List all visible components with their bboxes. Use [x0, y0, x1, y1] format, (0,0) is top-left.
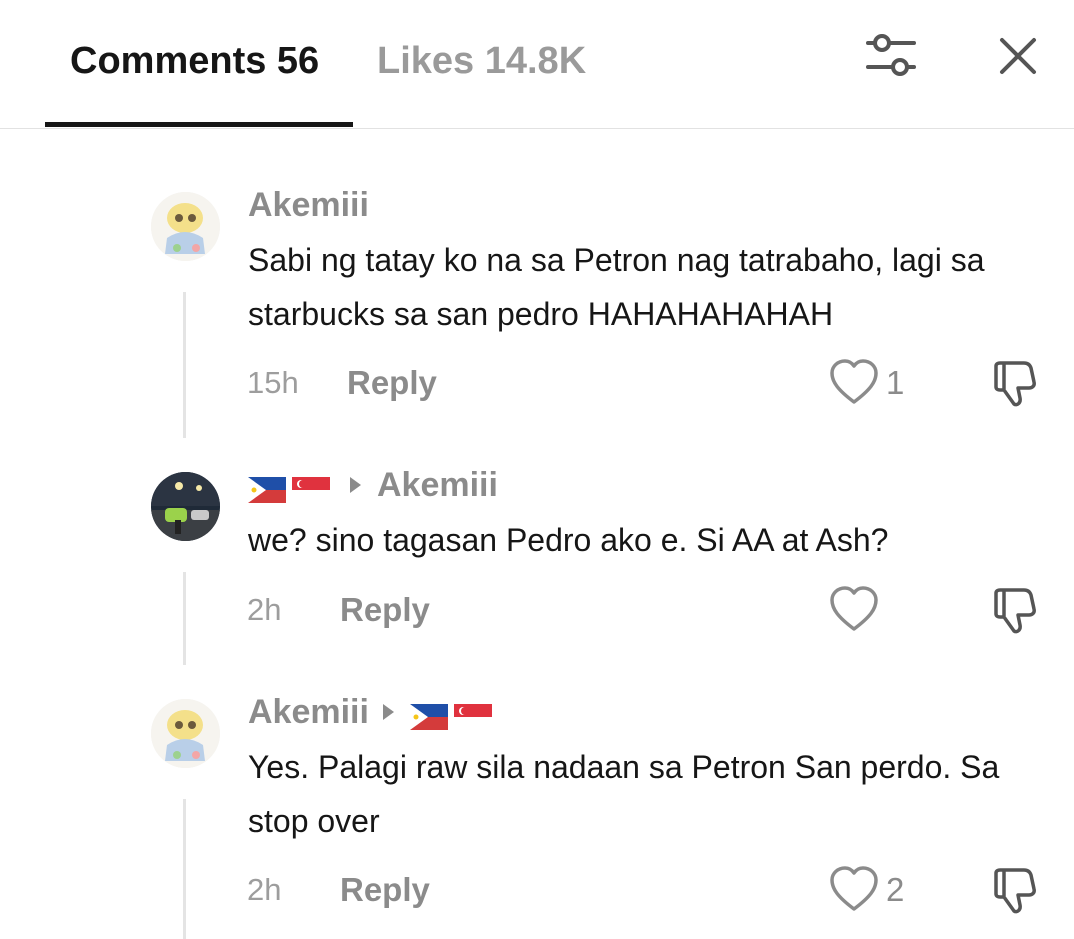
chevron-right-icon: [350, 477, 361, 493]
singapore-flag: [292, 472, 330, 503]
comment-time: 2h: [247, 872, 282, 907]
avatar[interactable]: [151, 472, 220, 541]
like-count: 1: [886, 364, 905, 401]
reply-to-username[interactable]: Akemiii: [377, 465, 498, 505]
philippines-flag: [248, 472, 286, 503]
avatar[interactable]: [151, 192, 220, 261]
comment-text: Yes. Palagi raw sila nadaan sa Petron Sa…: [248, 749, 1000, 839]
username-text[interactable]: Akemiii: [248, 185, 369, 225]
avatar[interactable]: [151, 699, 220, 768]
comments-header: Comments 56 Likes 14.8K: [0, 0, 1074, 129]
comments-sheet: Comments 56 Likes 14.8K Akemiii Sabi ng …: [0, 0, 1074, 939]
comment-text: we? sino tagasan Pedro ako e. Si AA at A…: [248, 522, 889, 558]
tab-comments[interactable]: Comments 56: [70, 38, 319, 84]
chevron-right-icon: [382, 704, 394, 720]
tab-likes[interactable]: Likes 14.8K: [377, 38, 586, 84]
reply-button[interactable]: Reply: [340, 870, 430, 910]
comment-username[interactable]: Akemiii: [248, 692, 498, 732]
dislike-icon[interactable]: [990, 358, 1042, 410]
heart-icon[interactable]: [828, 585, 880, 633]
filter-sliders-icon[interactable]: [862, 30, 920, 80]
comment-text: Sabi ng tatay ko na sa Petron nag tatrab…: [248, 242, 985, 332]
thread-line: [183, 292, 186, 438]
active-tab-indicator: [45, 122, 353, 127]
philippines-flag: [409, 699, 448, 730]
singapore-flag: [453, 699, 492, 730]
username-text[interactable]: Akemiii: [248, 692, 369, 732]
reply-button[interactable]: Reply: [347, 363, 437, 403]
thread-line: [183, 572, 186, 665]
comment-username[interactable]: Akemiii: [248, 465, 498, 505]
reply-button[interactable]: Reply: [340, 590, 430, 630]
dislike-icon[interactable]: [990, 865, 1042, 917]
heart-icon[interactable]: [828, 358, 880, 406]
close-icon[interactable]: [996, 34, 1040, 78]
comment-time: 15h: [247, 365, 299, 400]
comment-time: 2h: [247, 592, 282, 627]
thread-line: [183, 799, 186, 939]
heart-icon[interactable]: [828, 865, 880, 913]
comment-username[interactable]: Akemiii: [248, 185, 369, 225]
dislike-icon[interactable]: [990, 585, 1042, 637]
like-count: 2: [886, 871, 905, 908]
